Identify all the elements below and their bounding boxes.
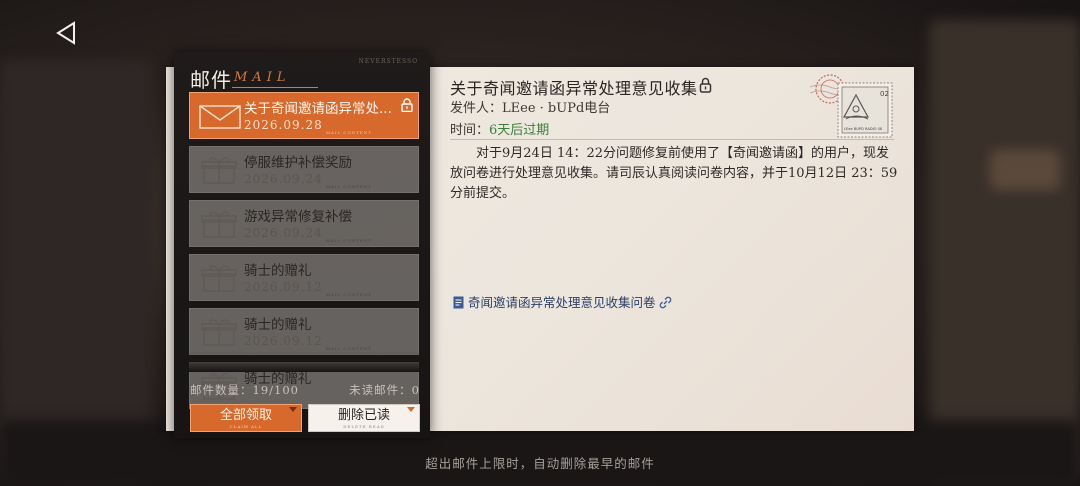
mail-item-date: 2026.09.28 [244,118,323,132]
back-arrow-icon[interactable] [52,18,82,48]
mail-item-date: 2026.09.24 [244,226,323,240]
delete-read-label: 删除已读 [337,408,390,423]
mail-panel: 邮件 MAIL NEVERSTESSO 关于奇闻邀请函异常处... 2026.09… [174,52,430,438]
lock-icon [401,97,413,113]
mail-item-date: 2026.09.24 [244,172,323,186]
mail-item-caption: MAIL CONTENT [325,346,372,351]
survey-link[interactable]: 奇闻邀请函异常处理意见收集问卷 [453,292,672,311]
svg-text:LEee BUPD RADIO 08: LEee BUPD RADIO 08 [844,127,883,131]
delete-read-sublabel: DELETE READ [343,424,385,429]
delete-read-button[interactable]: 删除已读 DELETE READ [308,404,420,432]
panel-tag: NEVERSTESSO [358,58,418,65]
gift-icon [198,155,244,185]
mail-count-label: 邮件数量： [190,383,253,397]
panel-title: 邮件 [190,68,232,92]
expire-text: 6天后过期 [489,123,550,138]
mail-item-title: 关于奇闻邀请函异常处... [244,101,392,117]
document-icon [453,296,464,309]
mail-list-item[interactable]: 游戏异常修复补偿 2026.09.24 MAIL CONTENT [189,200,419,247]
mail-item-title: 骑士的赠礼 [244,263,312,279]
claim-all-sublabel: CLAIM ALL [229,424,263,429]
unread-count-value: 0 [411,383,420,397]
gift-icon [198,317,244,347]
panel-title-underline [232,87,318,88]
corner-marker [407,407,415,412]
letter-sender: 发件人：LEee · bUPd电台 [450,97,610,116]
svg-text:02: 02 [880,90,889,98]
sender-value: LEee · bUPd电台 [502,101,611,116]
mail-list-item[interactable]: 骑士的赠礼 2026.09.12 MAIL CONTENT [189,308,419,355]
mail-item-date: 2026.09.12 [244,280,323,294]
mail-item-title: 游戏异常修复补偿 [244,209,352,225]
mail-list-item[interactable]: 关于奇闻邀请函异常处... 2026.09.28 MAIL CONTENT [189,92,419,139]
mail-item-caption: MAIL CONTENT [325,184,372,189]
time-label: 时间： [450,123,490,138]
link-icon [659,296,671,309]
letter-title: 关于奇闻邀请函异常处理意见收集 [450,79,698,98]
gift-icon [198,263,244,293]
mail-list-item[interactable]: 停服维护补偿奖励 2026.09.24 MAIL CONTENT [189,146,419,193]
mail-count-value: 19/100 [252,383,299,397]
list-fade [189,352,419,372]
mail-item-caption: MAIL CONTENT [325,130,372,135]
corner-marker [289,407,297,412]
mail-item-caption: MAIL CONTENT [325,292,372,297]
unread-count-label: 未读邮件： [349,383,412,397]
sender-label: 发件人： [450,101,503,116]
mail-item-caption: MAIL CONTENT [325,238,372,243]
claim-all-label: 全部领取 [219,408,272,423]
lock-icon [699,77,712,93]
survey-link-label: 奇闻邀请函异常处理意见收集问卷 [468,295,656,310]
letter-divider [450,139,894,140]
mail-limit-hint: 超出邮件上限时，自动删除最早的邮件 [425,456,655,471]
postage-stamp: 02 LEee BUPD RADIO 08 [810,74,893,138]
letter-body: 对于9月24日 14：22分问题修复前使用了【奇闻邀请函】的用户，现发放问卷进行… [450,146,898,201]
letter-time: 时间：6天后过期 [450,119,549,138]
mail-item-title: 骑士的赠礼 [244,317,312,333]
mail-list[interactable]: 关于奇闻邀请函异常处... 2026.09.28 MAIL CONTENT 停服维护补… [189,92,419,422]
mail-count: 邮件数量：19/100 [190,382,299,398]
claim-all-button[interactable]: 全部领取 CLAIM ALL [190,404,302,432]
panel-title-en: MAIL [234,70,291,85]
mail-list-item[interactable]: 骑士的赠礼 2026.09.12 MAIL CONTENT [189,254,419,301]
gift-icon [198,209,244,239]
mail-item-date: 2026.09.12 [244,334,323,348]
envelope-icon [198,101,244,131]
mail-item-title: 停服维护补偿奖励 [244,155,352,171]
unread-count: 未读邮件：0 [349,382,420,398]
